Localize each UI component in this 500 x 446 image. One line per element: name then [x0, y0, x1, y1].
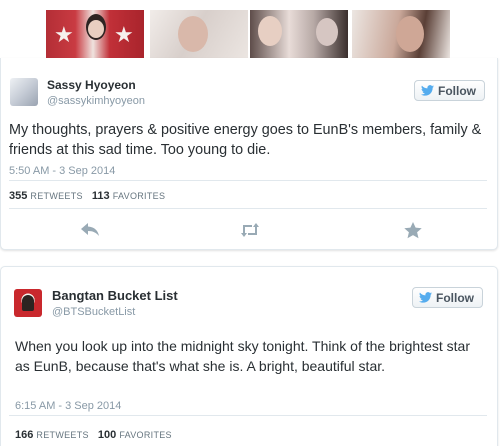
follow-button[interactable]: Follow	[412, 287, 483, 308]
face-image	[258, 16, 282, 46]
follow-label: Follow	[438, 83, 476, 98]
photo-3[interactable]	[250, 10, 348, 62]
user-handle[interactable]: @BTSBucketList	[52, 306, 135, 318]
follow-label: Follow	[436, 290, 474, 305]
user-name[interactable]: Sassy Hyoyeon	[47, 78, 136, 92]
retweets-label: RETWEETS	[36, 430, 89, 440]
twitter-bird-icon	[419, 292, 432, 303]
tweet-timestamp[interactable]: 5:50 AM - 3 Sep 2014	[9, 165, 115, 177]
divider	[9, 180, 487, 181]
photo-2[interactable]	[150, 10, 248, 62]
user-handle[interactable]: @sassykimhyoyeon	[47, 95, 145, 107]
photo-4[interactable]	[352, 10, 450, 62]
retweet-count[interactable]: 166	[15, 429, 33, 441]
reply-icon[interactable]	[80, 222, 100, 238]
twitter-bird-icon	[421, 85, 434, 96]
retweet-count[interactable]: 355	[9, 190, 27, 202]
face-image	[316, 18, 338, 46]
favorite-icon[interactable]	[404, 222, 424, 239]
favorites-label: FAVORITES	[112, 191, 166, 201]
star-decoration: ★	[114, 22, 134, 47]
photo-1[interactable]: ★ ★	[46, 10, 144, 62]
face-image	[178, 16, 208, 52]
tweet-text: My thoughts, prayers & positive energy g…	[9, 122, 482, 158]
follow-button[interactable]: Follow	[414, 80, 485, 101]
favorites-label: FAVORITES	[119, 430, 172, 440]
tweet-stats: 166 RETWEETS 100 FAVORITES	[15, 429, 178, 441]
face-image	[88, 20, 104, 38]
tweet-card: Bangtan Bucket List @BTSBucketList Follo…	[0, 266, 498, 446]
tweet-text: When you look up into the midnight sky t…	[15, 338, 470, 374]
star-decoration: ★	[54, 22, 74, 47]
face-image	[396, 16, 424, 52]
tweet-timestamp[interactable]: 6:15 AM - 3 Sep 2014	[15, 400, 121, 412]
avatar[interactable]	[10, 78, 38, 106]
favorite-count[interactable]: 113	[92, 190, 110, 202]
retweet-icon[interactable]	[239, 222, 259, 238]
tweet-card: Sassy Hyoyeon @sassykimhyoyeon Follow My…	[0, 58, 498, 250]
user-name[interactable]: Bangtan Bucket List	[52, 288, 178, 303]
divider	[9, 208, 487, 209]
avatar[interactable]	[14, 289, 42, 317]
divider	[9, 415, 487, 416]
favorite-count[interactable]: 100	[98, 429, 116, 441]
tweet-stats: 355 RETWEETS 113 FAVORITES	[9, 190, 171, 202]
retweets-label: RETWEETS	[30, 191, 83, 201]
